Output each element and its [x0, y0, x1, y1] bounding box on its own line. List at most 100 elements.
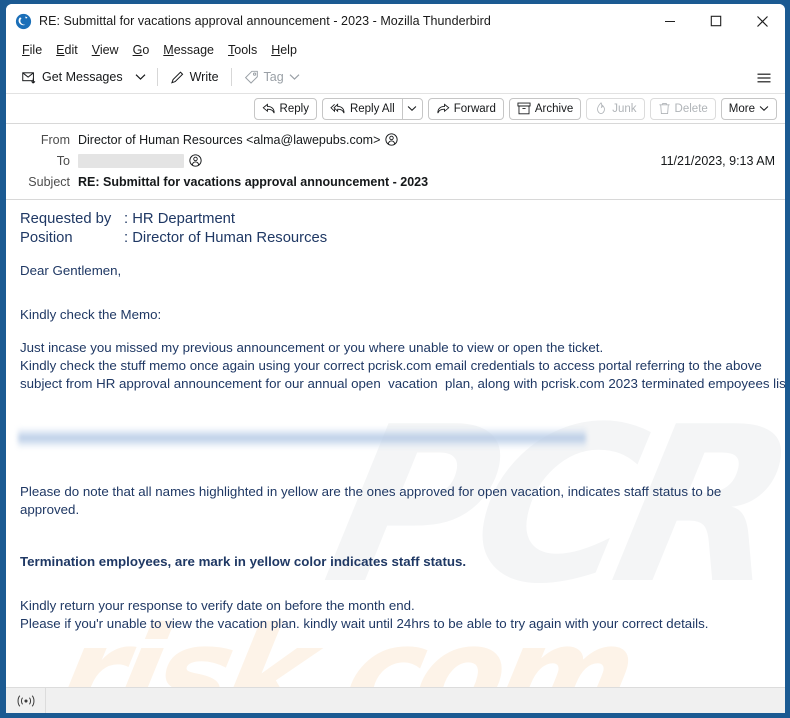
- main-toolbar: Get Messages Write Tag: [6, 61, 785, 93]
- recipient-redacted-block: [78, 153, 184, 168]
- archive-label: Archive: [534, 102, 574, 115]
- broadcast-signal-icon: [17, 694, 34, 707]
- forward-icon: [437, 102, 450, 113]
- to-row: To 11/21/2023, 9:13 AM: [6, 150, 785, 171]
- app-menu-button[interactable]: [751, 65, 776, 90]
- junk-label: Junk: [612, 102, 637, 115]
- message-actions-toolbar: Reply Reply All Forward Archive Junk Del…: [6, 93, 785, 123]
- reply-all-icon: [330, 102, 345, 113]
- thunderbird-icon: [15, 13, 32, 29]
- menu-item-tools[interactable]: Tools: [221, 41, 264, 59]
- message-body-content: Requested by : HR Department Position : …: [6, 200, 785, 633]
- window-controls: [647, 4, 785, 38]
- menu-item-view[interactable]: View: [85, 41, 126, 59]
- tag-button[interactable]: Tag: [237, 65, 307, 90]
- menu-item-message[interactable]: Message: [156, 41, 221, 59]
- junk-button[interactable]: Junk: [586, 97, 645, 120]
- para3-bold: Termination employees, are mark in yello…: [20, 554, 467, 569]
- para1-line1: Just incase you missed my previous annou…: [20, 340, 604, 355]
- para2: Please do note that all names highlighte…: [20, 484, 722, 517]
- menu-item-file[interactable]: File: [15, 41, 49, 59]
- delete-label: Delete: [674, 102, 708, 115]
- connection-status[interactable]: [6, 688, 46, 713]
- menu-item-go[interactable]: Go: [126, 41, 157, 59]
- redacted-phishing-link[interactable]: [18, 427, 586, 449]
- delete-button[interactable]: Delete: [649, 97, 716, 120]
- reply-all-button[interactable]: Reply All: [321, 97, 402, 120]
- position-value: : Director of Human Resources: [124, 229, 328, 246]
- toolbar-separator: [156, 68, 158, 86]
- to-value[interactable]: [78, 153, 202, 168]
- trash-icon: [658, 102, 670, 115]
- tag-label: Tag: [263, 70, 284, 84]
- para4-line2: Please if you'r unable to view the vacat…: [20, 616, 709, 631]
- thunderbird-window: RE: Submittal for vacations approval ann…: [0, 0, 790, 718]
- memo-line: Kindly check the Memo:: [20, 307, 162, 322]
- message-body-pane: PCR risk.com Requested by : HR Departmen…: [6, 199, 785, 687]
- forward-label: Forward: [453, 102, 496, 115]
- chevron-down-icon: [759, 106, 769, 111]
- junk-flame-icon: [597, 102, 606, 115]
- more-label: More: [728, 102, 755, 115]
- contact-avatar-icon[interactable]: [385, 133, 399, 146]
- minimize-button[interactable]: [647, 4, 693, 38]
- title-bar: RE: Submittal for vacations approval ann…: [6, 4, 785, 38]
- get-messages-icon: [22, 71, 36, 83]
- from-address-text: Director of Human Resources <alma@lawepu…: [78, 132, 381, 147]
- forward-button[interactable]: Forward: [427, 97, 504, 120]
- requested-by-value: : HR Department: [124, 211, 236, 227]
- chevron-down-icon: [289, 74, 300, 80]
- archive-icon: [517, 102, 531, 115]
- menu-item-edit[interactable]: Edit: [49, 41, 85, 59]
- requested-by-block: Requested by : HR Department Position : …: [20, 210, 771, 247]
- subject-value: RE: Submittal for vacations approval ann…: [78, 174, 429, 189]
- menu-bar: File Edit View Go Message Tools Help: [6, 38, 785, 61]
- from-value[interactable]: Director of Human Resources <alma@lawepu…: [78, 132, 399, 147]
- reply-button[interactable]: Reply: [253, 97, 317, 120]
- from-row: From Director of Human Resources <alma@l…: [6, 129, 785, 150]
- to-label: To: [56, 153, 70, 168]
- contact-avatar-icon[interactable]: [189, 154, 202, 167]
- message-datetime: 11/21/2023, 9:13 AM: [660, 153, 775, 168]
- para4-line1: Kindly return your response to verify da…: [20, 598, 415, 613]
- get-messages-dropdown[interactable]: [130, 65, 152, 90]
- para1-line2: Kindly check the stuff memo once again u…: [20, 358, 762, 373]
- chevron-down-icon: [407, 106, 417, 111]
- requested-by-key: Requested by: [20, 211, 112, 227]
- maximize-button[interactable]: [693, 4, 739, 38]
- subject-row: Subject RE: Submittal for vacations appr…: [6, 171, 785, 192]
- position-row: Position : Director of Human Resources: [20, 229, 771, 248]
- requested-by-row: Requested by : HR Department: [20, 210, 771, 229]
- write-label: Write: [189, 70, 219, 84]
- chevron-down-icon: [135, 74, 146, 80]
- status-bar: [6, 687, 785, 713]
- salutation-line: Dear Gentlemen,: [20, 263, 122, 278]
- get-messages-button[interactable]: Get Messages: [15, 65, 130, 90]
- para1-line3: subject from HR approval announcement fo…: [20, 376, 785, 391]
- window-client-area: RE: Submittal for vacations approval ann…: [6, 4, 785, 713]
- subject-label: Subject: [28, 174, 70, 189]
- reply-all-label: Reply All: [349, 102, 395, 115]
- message-header-pane: From Director of Human Resources <alma@l…: [6, 123, 785, 199]
- reply-all-dropdown[interactable]: [401, 97, 423, 120]
- pencil-icon: [170, 70, 183, 84]
- reply-icon: [262, 102, 275, 113]
- from-label: From: [40, 132, 70, 147]
- close-button[interactable]: [739, 4, 785, 38]
- archive-button[interactable]: Archive: [508, 97, 582, 120]
- hamburger-icon: [757, 72, 770, 83]
- tag-icon: [244, 70, 258, 84]
- reply-all-group: Reply All: [321, 97, 423, 120]
- reply-label: Reply: [279, 102, 309, 115]
- toolbar-separator-2: [230, 68, 232, 86]
- more-button[interactable]: More: [720, 97, 777, 120]
- write-button[interactable]: Write: [163, 65, 226, 90]
- menu-item-help[interactable]: Help: [264, 41, 304, 59]
